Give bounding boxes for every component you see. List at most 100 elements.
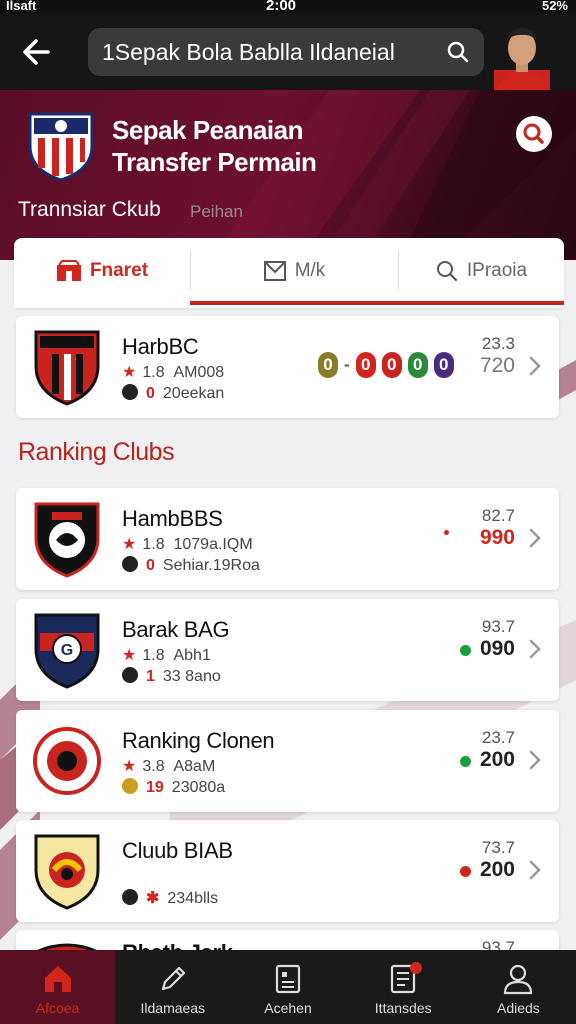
form-pill: 0 [355,352,376,378]
club-name: Cluub BIAB [122,838,233,863]
chevron-right-icon [529,639,541,659]
club-card[interactable]: Ranking Clonen ★ 3.8 A8aM 19 23080a 23.7 2… [16,710,559,812]
club-score-top: 73.7 [481,838,515,857]
tab-label: IPraoia [466,260,528,281]
shop-icon [56,260,81,281]
badge-icon [122,384,138,400]
club-logo-icon [28,112,94,182]
avatar[interactable] [494,18,550,90]
club-name: HambBBS [122,506,223,531]
club-code: Abh1 [173,647,211,664]
search-icon [523,123,544,144]
tab-search[interactable]: IPraoia [398,238,564,304]
club-meta: ★ 3.8 A8aM [122,756,215,776]
nav-label: Afcoea [35,1000,80,1016]
nav-notifications[interactable]: Ittansdes [346,950,461,1024]
form-pills: 0 - 0 0 0 0 [318,352,454,378]
club-detail: ✱ 234blls [122,888,218,908]
search-input-value: 1Sepak Bola Bablla Ildaneial [102,39,395,65]
tab-bar: Fnaret M/k IPraoia [14,238,564,308]
form-pill: 0 [433,352,454,378]
search-input[interactable]: 1Sepak Bola Bablla Ildaneial [88,28,484,76]
form-pill: 0 [381,352,402,378]
hero-banner: Sepak Peanaian Transfer Permain Trannsia… [0,90,576,260]
nav-home[interactable]: Afcoea [0,950,116,1024]
club-crest-icon [34,502,100,578]
section-title: Ranking Clubs [18,438,175,466]
profile-icon [504,964,533,995]
pill-separator: - [344,355,350,374]
status-bar: Ilsaft 2:00 52% [0,0,576,14]
club-detail-text: 234blls [167,890,219,907]
pin-icon: 19 [146,779,164,796]
search-icon [447,41,469,63]
club-code: 1079a.IQM [173,536,253,553]
pin-icon: 1 [146,668,155,685]
club-name: HarbBC [122,334,199,359]
club-rank: 1.8 [142,364,165,381]
chevron-right-icon [529,860,541,880]
chevron-right-icon [529,528,541,548]
bottom-nav: Afcoea Ildamaeas Acehen Ittansdes Adieds [0,950,576,1024]
club-meta: ★ 1.8 Abh1 [122,645,211,665]
nav-label: Acehen [264,1000,312,1016]
hero-subtitle: Trannsiar Ckub [18,198,161,221]
club-crest-icon [34,834,100,910]
title-line-2: Transfer Permain [112,147,317,177]
club-score: 090 [479,637,515,660]
nav-document[interactable]: Acehen [230,950,345,1024]
club-card[interactable]: HambBBS ★ 1.8 1079a.IQM 0 Sehiar.19Roa 82.… [16,488,559,590]
form-pill: 0 [318,352,338,378]
club-card[interactable]: Cluub BIAB ✱ 234blls 73.7 200 [16,820,559,922]
nav-label: Ildamaeas [140,1000,206,1016]
search-icon [436,261,457,282]
carrier-label: Ilsaft [6,0,37,13]
edit-icon [161,966,185,991]
club-card[interactable]: G Barak BAG ★ 1.8 Abh1 1 33 8ano 93.7 090 [16,599,559,701]
nav-label: Adieds [497,1000,540,1016]
star-icon: ★ [122,364,137,381]
status-dot [460,866,471,877]
chevron-right-icon [529,356,541,376]
tab-label: M/k [294,260,326,281]
club-crest-icon [33,727,101,795]
club-meta: ★ 1.8 1079a.IQM [122,534,253,554]
tab-mail[interactable]: M/k [190,238,398,304]
star-icon: ✱ [146,890,160,907]
featured-club-card[interactable]: HarbBC ★ 1.8 AM008 0 20eekan 0 - 0 0 0 0 2… [16,316,559,418]
nav-profile[interactable]: Adieds [461,950,576,1024]
club-score: 720 [479,354,515,377]
hero-search-button[interactable] [516,116,552,152]
pin-icon: 0 [146,557,155,574]
club-score: 990 [479,526,515,549]
club-detail-text: Sehiar.19Roa [162,557,260,574]
home-icon [44,966,71,992]
club-crest-icon: G [34,613,100,689]
nav-edit[interactable]: Ildamaeas [115,950,230,1024]
status-dot [460,756,471,767]
status-dot [460,645,471,656]
clock: 2:00 [266,0,297,14]
tab-market[interactable]: Fnaret [14,238,190,304]
club-detail-text: 33 8ano [162,668,221,685]
club-code: AM008 [173,364,225,381]
club-score: 200 [479,748,515,771]
pin-icon: 0 [146,385,155,402]
club-detail-text: 23080a [171,779,226,796]
svg-text:G: G [61,642,73,659]
club-score: 200 [479,858,515,881]
back-button[interactable] [18,32,58,72]
mail-icon [263,261,286,281]
notification-badge [409,962,422,974]
club-code: A8aM [173,758,216,775]
club-rank: 1.8 [142,647,165,664]
star-icon: ★ [122,758,137,775]
club-detail: 0 Sehiar.19Roa [122,556,260,575]
back-arrow-icon [23,39,50,65]
club-detail-text: 20eekan [162,385,225,402]
club-name: Ranking Clonen [122,728,275,753]
form-pill: 0 [407,352,428,378]
badge-icon [122,556,138,572]
star-icon: ★ [122,647,137,664]
tab-active-underline [190,301,564,305]
